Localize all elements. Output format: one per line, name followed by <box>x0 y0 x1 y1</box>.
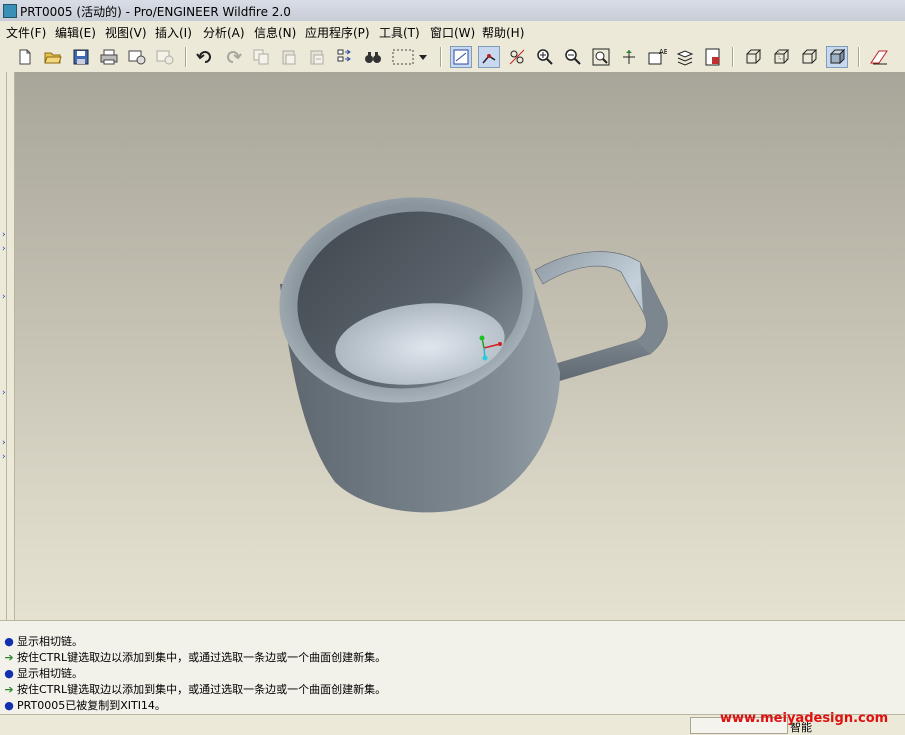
expand-chevron-icon[interactable]: › <box>2 388 6 398</box>
open-folder-icon[interactable] <box>42 46 64 68</box>
send-mail-icon[interactable] <box>126 46 148 68</box>
expand-chevron-icon[interactable]: › <box>2 438 6 448</box>
print-icon[interactable] <box>98 46 120 68</box>
chevron-down-icon[interactable] <box>416 46 430 68</box>
prompt-arrow-icon: ➔ <box>4 683 14 696</box>
layers-icon[interactable] <box>674 46 696 68</box>
message-line: ➔ 按住CTRL键选取边以添加到集中，或通过选取一条边或一个曲面创建新集。 <box>4 683 387 696</box>
selection-box-icon[interactable] <box>390 46 416 68</box>
datum-point-display-icon[interactable] <box>506 46 528 68</box>
datum-plane-display-icon[interactable] <box>450 46 472 68</box>
menu-analysis[interactable]: 分析(A) <box>203 24 245 41</box>
saved-views-icon[interactable]: AB <box>646 46 668 68</box>
message-line: ● 显示相切链。 <box>4 635 83 648</box>
menu-applications[interactable]: 应用程序(P) <box>305 24 370 41</box>
redo-icon[interactable] <box>222 46 244 68</box>
message-area: ● 显示相切链。 ➔ 按住CTRL键选取边以添加到集中，或通过选取一条边或一个曲面创… <box>0 620 905 715</box>
strip-divider <box>6 72 7 620</box>
mug-3d-model[interactable] <box>15 72 905 620</box>
sketch-tool-icon[interactable] <box>868 46 890 68</box>
message-line: ● PRT0005已被复制到XITI14。 <box>4 699 166 712</box>
svg-text:AB: AB <box>659 48 667 56</box>
info-bullet-icon: ● <box>4 699 14 712</box>
datum-axis-display-icon[interactable] <box>478 46 500 68</box>
menu-file[interactable]: 文件(F) <box>6 24 46 41</box>
title-bar: PRT0005 (活动的) - Pro/ENGINEER Wildfire 2.… <box>0 0 905 22</box>
new-file-icon[interactable] <box>14 46 36 68</box>
app-icon <box>3 4 17 18</box>
graphics-window[interactable] <box>15 72 905 620</box>
menu-tools[interactable]: 工具(T) <box>379 24 420 41</box>
menu-window[interactable]: 窗口(W) <box>430 24 475 41</box>
toolbar-separator <box>858 47 860 67</box>
toolbar-separator <box>185 47 187 67</box>
info-bullet-icon: ● <box>4 667 14 680</box>
menu-view[interactable]: 视图(V) <box>105 24 147 41</box>
navigator-collapsed-strip[interactable]: › › › › › › <box>0 72 15 620</box>
reorient-icon[interactable] <box>618 46 640 68</box>
menu-insert[interactable]: 插入(I) <box>155 24 192 41</box>
save-icon[interactable] <box>70 46 92 68</box>
expand-chevron-icon[interactable]: › <box>2 244 6 254</box>
zoom-out-icon[interactable] <box>562 46 584 68</box>
copy-icon[interactable] <box>250 46 272 68</box>
regenerate-icon[interactable] <box>334 46 356 68</box>
menu-edit[interactable]: 编辑(E) <box>55 24 96 41</box>
no-hidden-display-icon[interactable] <box>798 46 820 68</box>
search-binoculars-icon[interactable] <box>362 46 384 68</box>
info-bullet-icon: ● <box>4 635 14 648</box>
view-manager-icon[interactable] <box>702 46 724 68</box>
refit-icon[interactable] <box>590 46 612 68</box>
prompt-arrow-icon: ➔ <box>4 651 14 664</box>
expand-chevron-icon[interactable]: › <box>2 452 6 462</box>
status-bar: 智能 www.meiyadesign.com <box>0 711 905 734</box>
undo-icon[interactable] <box>194 46 216 68</box>
zoom-in-icon[interactable] <box>534 46 556 68</box>
main-toolbar: AB <box>0 42 905 73</box>
menu-help[interactable]: 帮助(H) <box>482 24 524 41</box>
window-title: PRT0005 (活动的) - Pro/ENGINEER Wildfire 2.… <box>20 5 291 19</box>
toolbar-separator <box>440 47 442 67</box>
paste-icon[interactable] <box>278 46 300 68</box>
wireframe-display-icon[interactable] <box>742 46 764 68</box>
message-line: ● 显示相切链。 <box>4 667 83 680</box>
send-link-icon[interactable] <box>154 46 176 68</box>
menu-bar: 文件(F) 编辑(E) 视图(V) 插入(I) 分析(A) 信息(N) 应用程序… <box>0 21 905 42</box>
message-line: ➔ 按住CTRL键选取边以添加到集中，或通过选取一条边或一个曲面创建新集。 <box>4 651 387 664</box>
watermark-text: www.meiyadesign.com <box>720 711 889 726</box>
menu-info[interactable]: 信息(N) <box>254 24 296 41</box>
expand-chevron-icon[interactable]: › <box>2 230 6 240</box>
hidden-line-display-icon[interactable] <box>770 46 792 68</box>
toolbar-separator <box>732 47 734 67</box>
shading-display-icon[interactable] <box>826 46 848 68</box>
expand-chevron-icon[interactable]: › <box>2 292 6 302</box>
paste-special-icon[interactable] <box>306 46 328 68</box>
